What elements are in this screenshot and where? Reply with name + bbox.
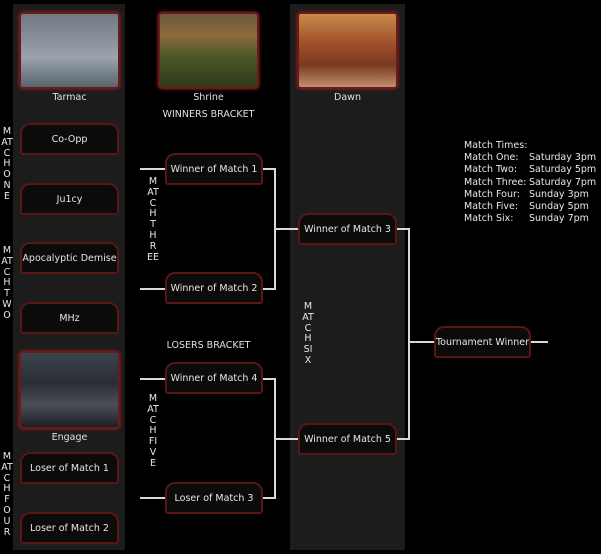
bracket-slot: Winner of Match 4 [165, 362, 263, 394]
connector-line [140, 168, 165, 170]
schedule-time: Sunday 7pm [529, 213, 589, 225]
connector-line [531, 341, 548, 343]
match-three-label: MATCHTHREE [147, 176, 160, 263]
match-five-label: MATCHFIVE [147, 393, 159, 469]
schedule-time: Saturday 7pm [529, 176, 597, 188]
bracket-slot: Winner of Match 3 [298, 213, 397, 245]
bracket-slot: Winner of Match 5 [298, 423, 397, 455]
schedule-match: Match Six: [464, 213, 514, 225]
winners-bracket-heading: WINNERS BRACKET [162, 109, 255, 120]
connector-line [274, 228, 298, 230]
team-box: Loser of Match 2 [20, 512, 119, 544]
schedule-match: Match Four: [464, 188, 520, 200]
bracket-slot: Winner of Match 1 [165, 153, 263, 185]
map-image-engage [19, 351, 120, 429]
schedule-time: Sunday 5pm [529, 201, 589, 213]
bracket-slot: Loser of Match 3 [165, 482, 263, 514]
map-label-engage: Engage [51, 432, 88, 443]
schedule-row: Match Four: Sunday 3pm [464, 189, 596, 201]
losers-bracket-heading: LOSERS BRACKET [166, 340, 251, 351]
match-six-label: MATCHSIX [302, 301, 314, 366]
map-label-tarmac: Tarmac [52, 92, 87, 103]
connector-line [274, 438, 298, 440]
match-schedule: Match Times: Match One: Saturday 3pm Matc… [464, 140, 596, 225]
map-label-shrine: Shrine [193, 92, 224, 103]
team-box: Co-Opp [20, 123, 119, 155]
match-four-label: MATCHFOUR [1, 451, 13, 538]
map-image-dawn [297, 12, 398, 89]
schedule-row: Match Six: Sunday 7pm [464, 213, 596, 225]
team-box: MHz [20, 302, 119, 334]
schedule-match: Match Five: [464, 201, 519, 213]
tournament-winner-box: Tournament Winner [434, 326, 531, 358]
schedule-match: Match One: [464, 152, 519, 164]
team-box: Ju1cy [20, 183, 119, 215]
schedule-row: Match One: Saturday 3pm [464, 152, 596, 164]
schedule-time: Saturday 3pm [529, 152, 597, 164]
team-box: Loser of Match 1 [20, 452, 119, 484]
schedule-match: Match Three: [464, 176, 527, 188]
connector-line [140, 497, 165, 499]
schedule-time: Saturday 5pm [529, 164, 597, 176]
connector-line [408, 341, 434, 343]
team-box: Apocalyptic Demise [20, 242, 119, 274]
schedule-row: Match Three: Saturday 7pm [464, 177, 596, 189]
connector-line [408, 228, 410, 440]
schedule-title: Match Times: [464, 140, 528, 151]
match-one-label: MATCHONE [1, 126, 13, 202]
schedule-match: Match Two: [464, 164, 518, 176]
map-image-tarmac [19, 12, 120, 89]
schedule-time: Sunday 3pm [529, 188, 589, 200]
map-image-shrine [158, 12, 259, 89]
connector-line [140, 378, 165, 380]
bracket-slot: Winner of Match 2 [165, 272, 263, 304]
match-two-label: MATCHTWO [1, 245, 13, 321]
connector-line [140, 288, 165, 290]
schedule-row: Match Two: Saturday 5pm [464, 164, 596, 176]
map-label-dawn: Dawn [334, 92, 361, 103]
schedule-row: Match Five: Sunday 5pm [464, 201, 596, 213]
